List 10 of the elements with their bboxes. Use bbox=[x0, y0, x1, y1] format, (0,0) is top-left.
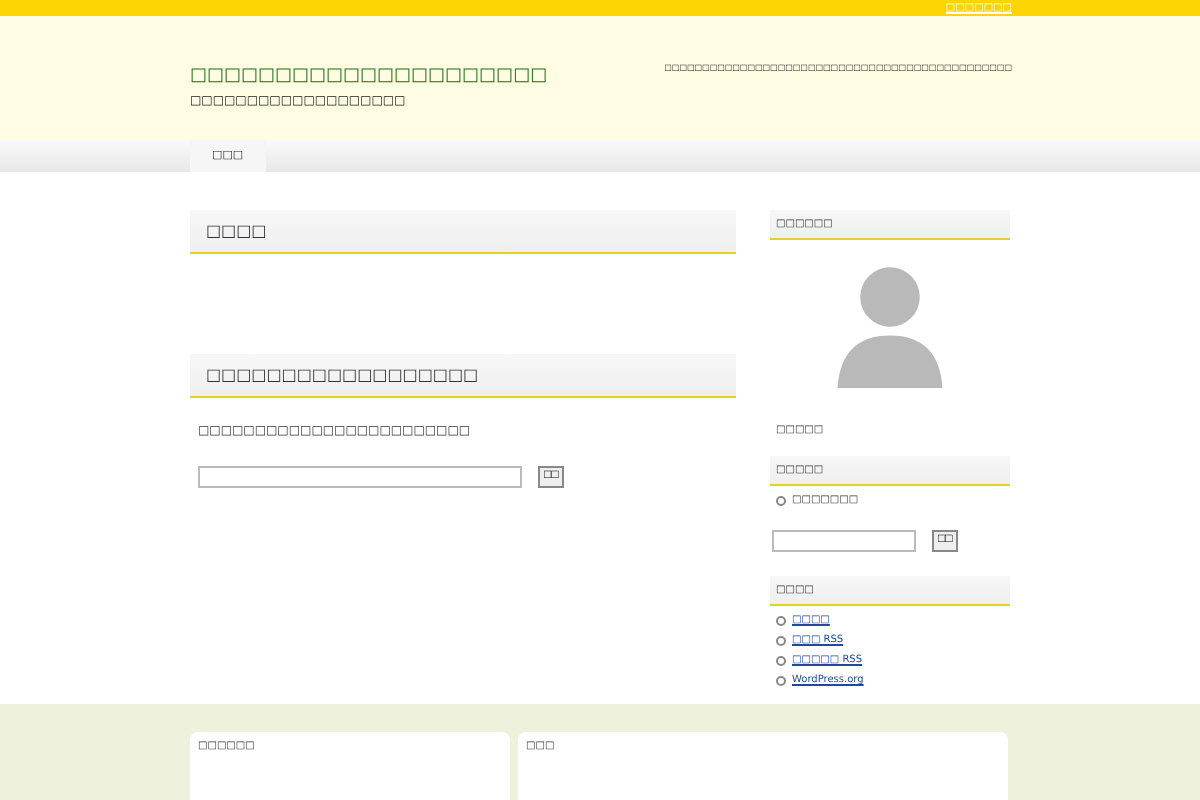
bullet-icon bbox=[776, 655, 786, 665]
section-heading: □□□□□□□□□□□□□□□□□□ bbox=[190, 354, 736, 398]
site-title[interactable]: □□□□□□□□□□□□□□□□□□□□□ bbox=[190, 66, 548, 86]
search-field[interactable] bbox=[772, 530, 916, 552]
bullet-icon bbox=[776, 675, 786, 685]
bullet-icon bbox=[776, 615, 786, 625]
section-heading: □□□□ bbox=[190, 210, 736, 254]
bullet-icon bbox=[776, 495, 786, 505]
bullet-icon bbox=[776, 635, 786, 645]
search-field[interactable] bbox=[198, 466, 522, 488]
